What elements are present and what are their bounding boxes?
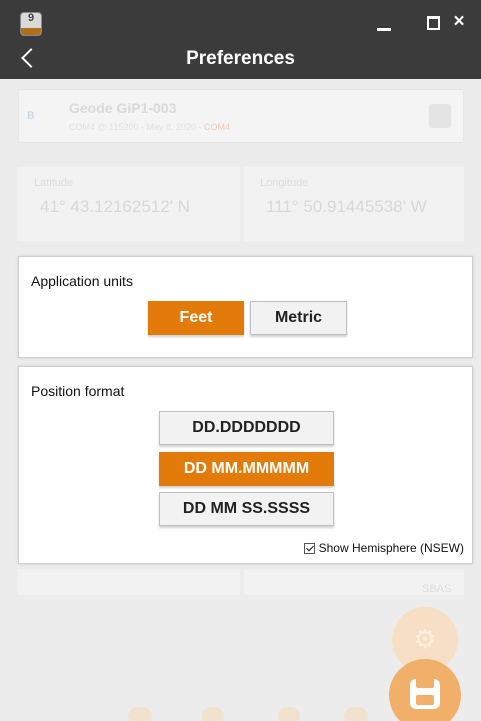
device-connection: COM4 @ 115200 - May 8, 2020 - COM4: [69, 122, 231, 132]
close-button[interactable]: ×: [446, 10, 472, 34]
minimize-button[interactable]: [372, 10, 398, 34]
format-dd-button[interactable]: DD.DDDDDDD: [159, 411, 334, 445]
hemisphere-toggle[interactable]: Show Hemisphere (NSEW): [303, 541, 464, 555]
save-button[interactable]: [389, 659, 461, 721]
gear-icon: ⚙: [413, 624, 437, 654]
latitude-card: Latitude 41° 43.12162512' N: [18, 167, 240, 241]
floppy-disk-icon: [410, 679, 440, 709]
page-title: Preferences: [186, 48, 295, 69]
nav-icon: [278, 707, 300, 721]
latitude-value: 41° 43.12162512' N: [40, 197, 190, 216]
title-bar: 9 × Preferences: [0, 0, 481, 79]
hemisphere-label: Show Hemisphere (NSEW): [318, 541, 464, 555]
application-units-title: Application units: [31, 273, 133, 289]
bluetooth-icon: ʙ: [27, 106, 35, 122]
device-warning: COM4: [204, 122, 231, 132]
feet-button[interactable]: Feet: [148, 301, 244, 335]
longitude-value: 111° 50.91445538' W: [266, 197, 427, 216]
position-format-panel: Position format DD.DDDDDDD DD MM.MMMMM D…: [18, 366, 473, 564]
longitude-card: Longitude 111° 50.91445538' W: [244, 167, 464, 241]
metric-button[interactable]: Metric: [250, 301, 347, 335]
application-units-panel: Application units Feet Metric: [18, 256, 473, 358]
format-ddmm-button[interactable]: DD MM.MMMMM: [159, 452, 334, 486]
format-ddmmss-button[interactable]: DD MM SS.SSSS: [159, 492, 334, 526]
nav-icon: [344, 707, 368, 721]
hemisphere-checkbox[interactable]: [303, 542, 315, 554]
nav-icon: [128, 707, 152, 721]
sbas-label: SBAS: [422, 583, 452, 595]
device-card: ʙ Geode GiP1-003 COM4 @ 115200 - May 8, …: [18, 89, 464, 143]
latitude-label: Latitude: [34, 177, 74, 189]
device-name: Geode GiP1-003: [69, 100, 177, 116]
maximize-button[interactable]: [421, 10, 447, 34]
app-icon: 9: [20, 12, 42, 36]
longitude-label: Longitude: [260, 177, 309, 189]
app-icon-number: 9: [27, 12, 35, 24]
position-format-title: Position format: [31, 383, 125, 399]
battery-icon: [429, 104, 451, 128]
ghost-card: [18, 569, 240, 595]
nav-icon: [202, 707, 224, 721]
